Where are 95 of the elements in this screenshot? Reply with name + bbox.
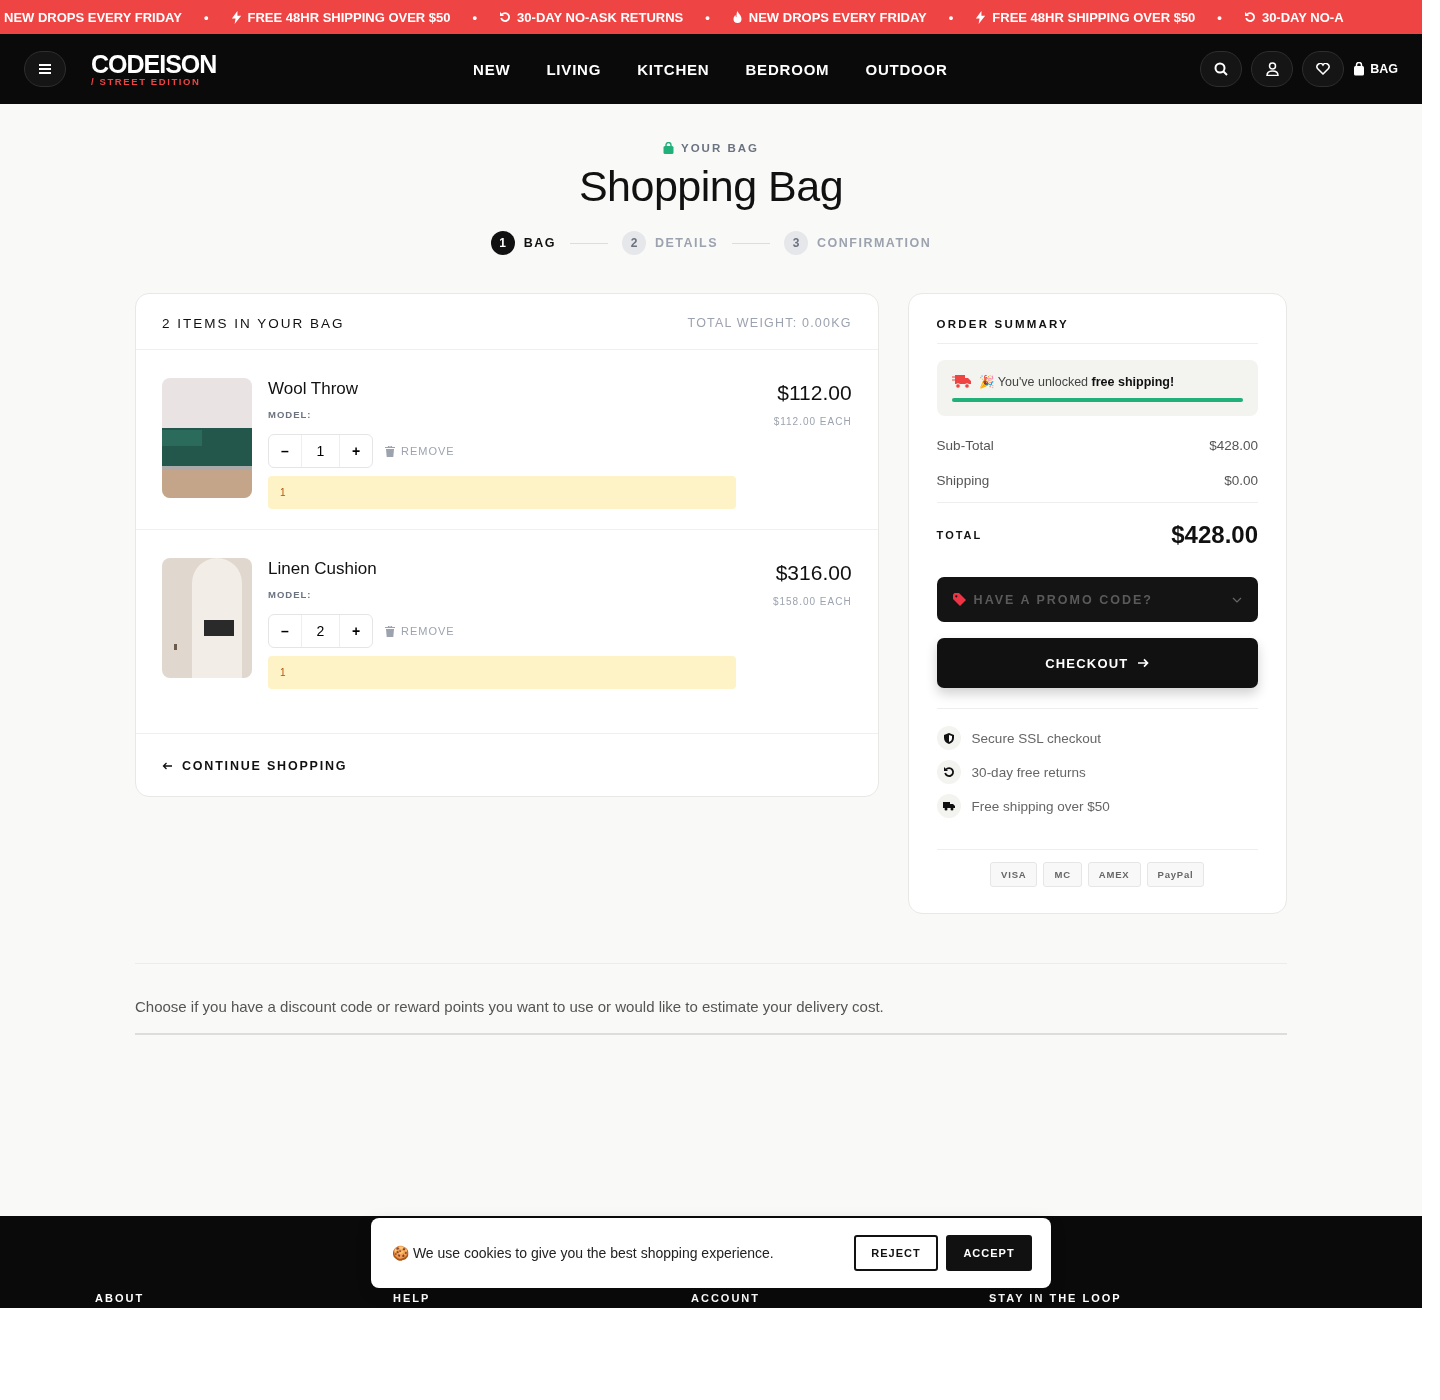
lightning-icon [230,10,242,24]
footer-heading: ACCOUNT [691,1292,761,1304]
payment-method-badge: VISA [990,862,1038,887]
total-label: TOTAL [936,529,983,541]
nav-link[interactable]: NEW [473,60,511,78]
total-value: $428.00 [1171,521,1258,549]
arrow-left-icon [162,762,172,770]
shipping-message: 🎉 You've unlocked free shipping! [978,374,1175,389]
truck-icon [942,801,955,811]
flame-icon [731,10,743,24]
item-note: 1 [268,476,736,509]
page-title: Shopping Bag [578,162,844,211]
nav-link[interactable]: OUTDOOR [865,60,948,78]
announcement-text: 30-DAY NO-A [1261,9,1344,25]
trash-icon [385,625,395,637]
quantity-stepper[interactable]: – 2 + [268,614,373,648]
truck-icon [951,374,971,389]
nav-link[interactable]: BEDROOM [745,60,830,78]
undo-arrow-icon [1243,11,1256,23]
trash-icon [385,445,395,457]
menu-icon [39,64,51,74]
summary-title: ORDER SUMMARY [936,318,1258,344]
lightning-icon [975,10,987,24]
cart-title: 2 ITEMS IN YOUR BAG [162,316,345,331]
increase-button[interactable]: + [340,615,372,647]
cookie-message: 🍪 We use cookies to give you the best shopping experience. [392,1245,775,1261]
payment-method-badge: MC [1043,862,1082,887]
assurance-text: 30-day free returns [971,764,1086,780]
quantity-stepper[interactable]: – 1 + [268,434,373,468]
step-number: 3 [784,231,808,255]
footer-heading: STAY IN THE LOOP [989,1292,1123,1304]
eyebrow-label: YOUR BAG [681,142,759,154]
increase-button[interactable]: + [340,435,372,467]
item-note: 1 [268,656,736,689]
payment-method-badge: PayPal [1146,862,1205,887]
announcement-text: NEW DROPS EVERY FRIDAY [748,9,927,25]
person-icon [1265,62,1279,76]
wishlist-button[interactable] [1302,51,1345,87]
footer-heading: HELP [393,1292,432,1304]
account-button[interactable] [1251,51,1294,87]
announcement-text: FREE 48HR SHIPPING OVER $50 [992,9,1196,25]
announcement-text: 30-DAY NO-ASK RETURNS [517,9,684,25]
shield-icon [943,732,954,744]
decrease-button[interactable]: – [269,615,301,647]
summary-value: $0.00 [1224,473,1258,488]
undo-arrow-icon [942,766,955,778]
line-price: $112.00 [777,381,852,405]
summary-label: Sub-Total [936,438,994,453]
nav-link[interactable]: KITCHEN [637,60,710,78]
info-text: Choose if you have a discount code or reward points you want to use or would like to estimate your delivery cost. [135,998,1287,1035]
model-label: MODEL: [268,409,313,420]
shopping-bag-icon [663,142,674,154]
undo-arrow-icon [499,11,512,23]
assurance-text: Free shipping over $50 [971,798,1110,814]
assurance-text: Secure SSL checkout [971,730,1101,746]
separator-dot: • [203,9,209,25]
product-name[interactable]: Linen Cushion [268,559,736,579]
line-price: $316.00 [775,561,852,585]
summary-value: $428.00 [1209,438,1258,453]
continue-shopping-link[interactable]: CONTINUE SHOPPING [162,759,348,773]
logo[interactable]: CODEISON [91,51,451,76]
payment-method-badge: AMEX [1087,862,1141,887]
decrease-button[interactable]: – [269,435,301,467]
announcement-text: NEW DROPS EVERY FRIDAY [4,9,182,25]
reject-button[interactable]: REJECT [854,1235,938,1271]
unit-price: $112.00 EACH [773,416,852,427]
menu-button[interactable] [24,51,66,87]
nav-link[interactable]: LIVING [546,60,602,78]
heart-icon [1316,63,1331,75]
chevron-down-icon [1232,596,1242,603]
logo-tagline: / STREET EDITION [91,75,202,87]
separator-dot: • [705,9,710,25]
checkout-step[interactable]: 3 CONFIRMATION [784,231,932,255]
separator-dot: • [948,9,954,25]
bag-button[interactable]: BAG [1353,62,1398,76]
step-number: 1 [490,231,515,255]
search-icon [1214,62,1229,76]
separator-dot: • [472,9,478,25]
checkout-step[interactable]: 1 BAG [490,231,556,255]
accept-button[interactable]: ACCEPT [946,1235,1032,1271]
checkout-button[interactable]: CHECKOUT [936,638,1258,688]
footer-heading: ABOUT [95,1292,146,1304]
total-weight: TOTAL WEIGHT: 0.00KG [687,316,852,331]
announcement-text: FREE 48HR SHIPPING OVER $50 [247,9,451,25]
product-name[interactable]: Wool Throw [268,379,736,399]
summary-label: Shipping [936,473,990,488]
checkout-step[interactable]: 2 DETAILS [621,231,718,255]
shopping-bag-icon [1353,62,1366,76]
unit-price: $158.00 EACH [772,596,852,607]
model-label: MODEL: [268,589,313,600]
search-button[interactable] [1200,51,1243,87]
separator-dot: • [1217,9,1222,25]
tag-icon [952,593,966,606]
step-number: 2 [621,231,646,255]
arrow-right-icon [1138,658,1150,668]
